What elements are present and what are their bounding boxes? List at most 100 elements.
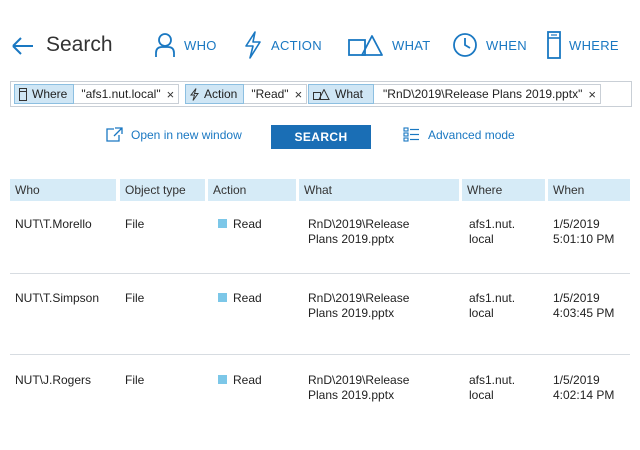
external-window-icon bbox=[106, 127, 123, 142]
cell-where: afs1.nut. local bbox=[469, 291, 515, 321]
search-button[interactable]: SEARCH bbox=[271, 125, 371, 149]
filter-chip-action: Action "Read" × bbox=[185, 84, 308, 104]
cell-action-label: Read bbox=[233, 291, 262, 305]
filter-value-what: "RnD\2019\Release Plans 2019.pptx" × bbox=[374, 84, 601, 104]
cell-what-line: Plans 2019.pptx bbox=[308, 388, 395, 402]
column-header-when[interactable]: When bbox=[548, 179, 630, 201]
column-header-action[interactable]: Action bbox=[208, 179, 296, 201]
cell-when: 1/5/2019 5:01:10 PM bbox=[553, 217, 614, 247]
list-settings-icon bbox=[403, 127, 419, 142]
lightning-icon bbox=[245, 31, 261, 59]
filter-value-where: "afs1.nut.local" × bbox=[74, 84, 180, 104]
cell-what-line: RnD\2019\Release bbox=[308, 291, 410, 305]
cell-action-label: Read bbox=[233, 217, 262, 231]
advanced-mode-label: Advanced mode bbox=[428, 127, 515, 142]
cell-action: Read bbox=[218, 291, 262, 306]
cell-where-line: local bbox=[469, 388, 494, 402]
filter-key-where[interactable]: Where bbox=[14, 84, 75, 104]
cell-what: RnD\2019\Release Plans 2019.pptx bbox=[308, 217, 409, 247]
column-header-object-type[interactable]: Object type bbox=[120, 179, 205, 201]
filter-value-text: "Read" bbox=[251, 87, 289, 101]
cell-action: Read bbox=[218, 217, 262, 232]
filter-key-label: Where bbox=[32, 87, 68, 101]
nav-where-label: WHERE bbox=[569, 37, 619, 53]
nav-what-label: WHAT bbox=[392, 37, 431, 53]
nav-who-label: WHO bbox=[184, 37, 217, 53]
cell-who: NUT\J.Rogers bbox=[15, 373, 92, 387]
nav-when[interactable]: WHEN bbox=[452, 30, 527, 60]
remove-filter-icon[interactable]: × bbox=[167, 87, 175, 102]
cell-object-type: File bbox=[125, 373, 145, 387]
server-icon bbox=[19, 87, 27, 101]
remove-filter-icon[interactable]: × bbox=[295, 87, 303, 102]
cell-what-line: Plans 2019.pptx bbox=[308, 232, 395, 246]
open-new-window-link[interactable]: Open in new window bbox=[106, 127, 242, 142]
cell-when-line: 1/5/2019 bbox=[553, 291, 600, 305]
cell-object-type: File bbox=[125, 291, 145, 305]
filter-chip-what: What "RnD\2019\Release Plans 2019.pptx" … bbox=[308, 84, 601, 104]
nav-action[interactable]: ACTION bbox=[243, 30, 322, 60]
page-title: Search bbox=[46, 33, 113, 56]
search-header: Search WHO ACTION WHAT WHEN WHERE bbox=[0, 0, 640, 80]
cell-what: RnD\2019\Release Plans 2019.pptx bbox=[308, 373, 409, 403]
nav-what[interactable]: WHAT bbox=[348, 30, 431, 60]
row-divider bbox=[10, 354, 630, 355]
cell-where: afs1.nut. local bbox=[469, 373, 515, 403]
filter-chip-where: Where "afs1.nut.local" × bbox=[14, 84, 180, 104]
filter-key-label: Action bbox=[204, 87, 238, 101]
clock-icon bbox=[453, 33, 477, 57]
object-shapes-icon bbox=[348, 35, 383, 56]
nav-when-label: WHEN bbox=[486, 37, 527, 53]
cell-when-line: 5:01:10 PM bbox=[553, 232, 615, 246]
remove-filter-icon[interactable]: × bbox=[588, 87, 596, 102]
advanced-mode-link[interactable]: Advanced mode bbox=[403, 127, 515, 142]
cell-what: RnD\2019\Release Plans 2019.pptx bbox=[308, 291, 409, 321]
filter-value-text: "afs1.nut.local" bbox=[81, 87, 161, 101]
person-icon bbox=[155, 33, 175, 57]
column-header-what[interactable]: What bbox=[299, 179, 459, 201]
lightning-icon bbox=[190, 87, 199, 101]
column-header-where[interactable]: Where bbox=[462, 179, 545, 201]
cell-where-line: local bbox=[469, 232, 494, 246]
column-header-who[interactable]: Who bbox=[10, 179, 116, 201]
filter-key-what[interactable]: What bbox=[308, 84, 375, 104]
table-row[interactable]: NUT\J.Rogers File Read RnD\2019\Release P… bbox=[10, 373, 630, 433]
cell-where-line: afs1.nut. bbox=[469, 217, 516, 231]
cell-where: afs1.nut. local bbox=[469, 217, 515, 247]
filter-value-action: "Read" × bbox=[244, 84, 308, 104]
results-table-header: Who Object type Action What Where When bbox=[10, 179, 630, 201]
filter-key-action[interactable]: Action bbox=[185, 84, 245, 104]
back-arrow-icon[interactable] bbox=[10, 33, 36, 59]
cell-who: NUT\T.Simpson bbox=[15, 291, 100, 305]
cell-what-line: RnD\2019\Release bbox=[308, 217, 410, 231]
filter-value-text: "RnD\2019\Release Plans 2019.pptx" bbox=[383, 87, 583, 101]
cell-where-line: local bbox=[469, 306, 494, 320]
nav-action-label: ACTION bbox=[271, 37, 322, 53]
cell-where-line: afs1.nut. bbox=[469, 291, 516, 305]
cell-when-line: 4:02:14 PM bbox=[553, 388, 615, 402]
filter-key-label: What bbox=[335, 87, 364, 101]
cell-when: 1/5/2019 4:03:45 PM bbox=[553, 291, 614, 321]
nav-where[interactable]: WHERE bbox=[547, 30, 619, 60]
action-marker bbox=[218, 293, 227, 302]
table-row[interactable]: NUT\T.Simpson File Read RnD\2019\Release… bbox=[10, 291, 630, 353]
cell-when-line: 4:03:45 PM bbox=[553, 306, 615, 320]
object-shapes-icon bbox=[313, 88, 330, 100]
cell-where-line: afs1.nut. bbox=[469, 373, 516, 387]
cell-when: 1/5/2019 4:02:14 PM bbox=[553, 373, 614, 403]
row-divider bbox=[10, 273, 630, 274]
nav-who[interactable]: WHO bbox=[154, 30, 217, 60]
cell-what-line: RnD\2019\Release bbox=[308, 373, 410, 387]
cell-when-line: 1/5/2019 bbox=[553, 217, 600, 231]
cell-action: Read bbox=[218, 373, 262, 388]
table-row[interactable]: NUT\T.Morello File Read RnD\2019\Release… bbox=[10, 217, 630, 273]
action-marker bbox=[218, 375, 227, 384]
cell-when-line: 1/5/2019 bbox=[553, 373, 600, 387]
server-icon bbox=[547, 31, 561, 59]
open-new-window-label: Open in new window bbox=[131, 127, 242, 142]
action-marker bbox=[218, 219, 227, 228]
cell-object-type: File bbox=[125, 217, 145, 231]
cell-action-label: Read bbox=[233, 373, 262, 387]
filter-bar[interactable]: Where "afs1.nut.local" × Action "Read" ×… bbox=[10, 81, 632, 107]
cell-who: NUT\T.Morello bbox=[15, 217, 92, 231]
